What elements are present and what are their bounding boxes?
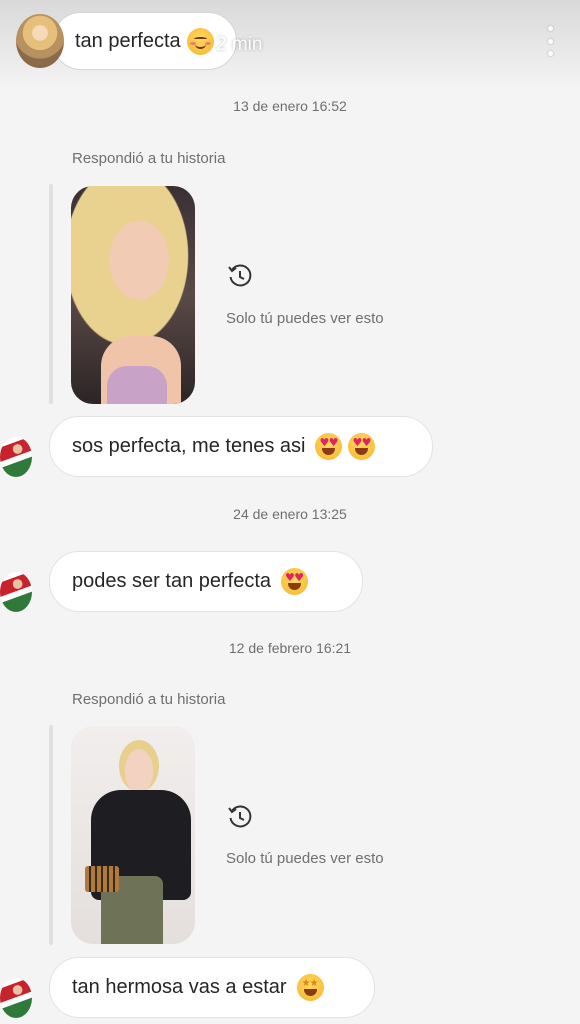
only-you-can-see-note: Solo tú puedes ver esto: [226, 850, 384, 867]
story-header: 2 min: [16, 14, 564, 70]
heart-eyes-icon: [348, 433, 376, 460]
timestamp: 13 de enero 16:52: [233, 98, 347, 114]
story-thumbnail[interactable]: [71, 726, 195, 944]
timestamp: 24 de enero 13:25: [233, 506, 347, 522]
reply-quote-bar: [49, 725, 53, 945]
dm-thread-screenshot: 2 min tan perfecta 13 de enero 16:52 Res…: [0, 0, 580, 1024]
message-bubble[interactable]: sos perfecta, me tenes asi: [49, 416, 433, 477]
replied-to-story-label: Respondió a tu historia: [72, 691, 226, 708]
heart-eyes-icon: [281, 568, 309, 595]
message-text: sos perfecta, me tenes asi: [72, 435, 306, 457]
heart-eyes-icon: [315, 433, 343, 460]
sender-avatar[interactable]: [0, 437, 32, 477]
story-time-ago: 2 min: [216, 34, 263, 55]
history-icon: [228, 264, 252, 287]
timestamp: 12 de febrero 16:21: [228, 640, 352, 656]
replied-to-story-label: Respondió a tu historia: [72, 150, 226, 167]
sender-avatar[interactable]: [0, 572, 32, 612]
history-icon: [228, 805, 252, 828]
only-you-can-see-note: Solo tú puedes ver esto: [226, 310, 384, 327]
message-text: tan hermosa vas a estar: [72, 976, 287, 998]
message-bubble[interactable]: podes ser tan perfecta: [49, 551, 363, 612]
message-text: podes ser tan perfecta: [72, 570, 272, 592]
story-thumbnail[interactable]: [71, 186, 195, 404]
star-struck-icon: [296, 974, 324, 1001]
message-bubble[interactable]: tan hermosa vas a estar: [49, 957, 375, 1018]
story-owner-avatar[interactable]: [16, 14, 64, 68]
more-options-icon[interactable]: [544, 26, 556, 56]
reply-quote-bar: [49, 184, 53, 404]
sender-avatar[interactable]: [0, 978, 32, 1018]
